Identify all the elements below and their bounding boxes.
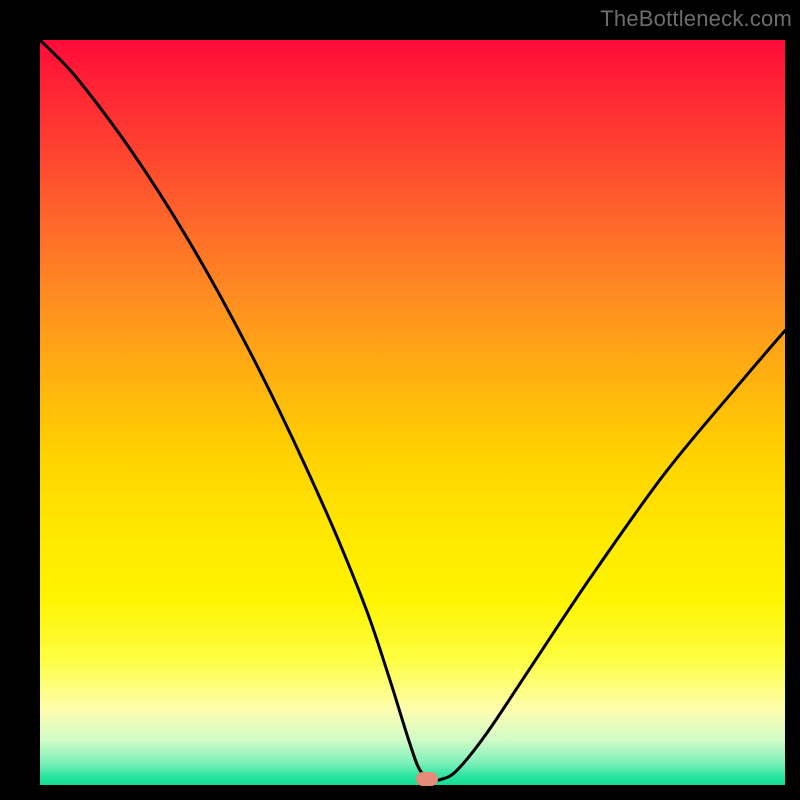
bottleneck-curve — [40, 40, 785, 785]
chart-frame: TheBottleneck.com — [0, 0, 800, 800]
plot-area — [40, 40, 785, 785]
watermark-text: TheBottleneck.com — [600, 6, 792, 32]
bottleneck-marker — [416, 772, 438, 786]
